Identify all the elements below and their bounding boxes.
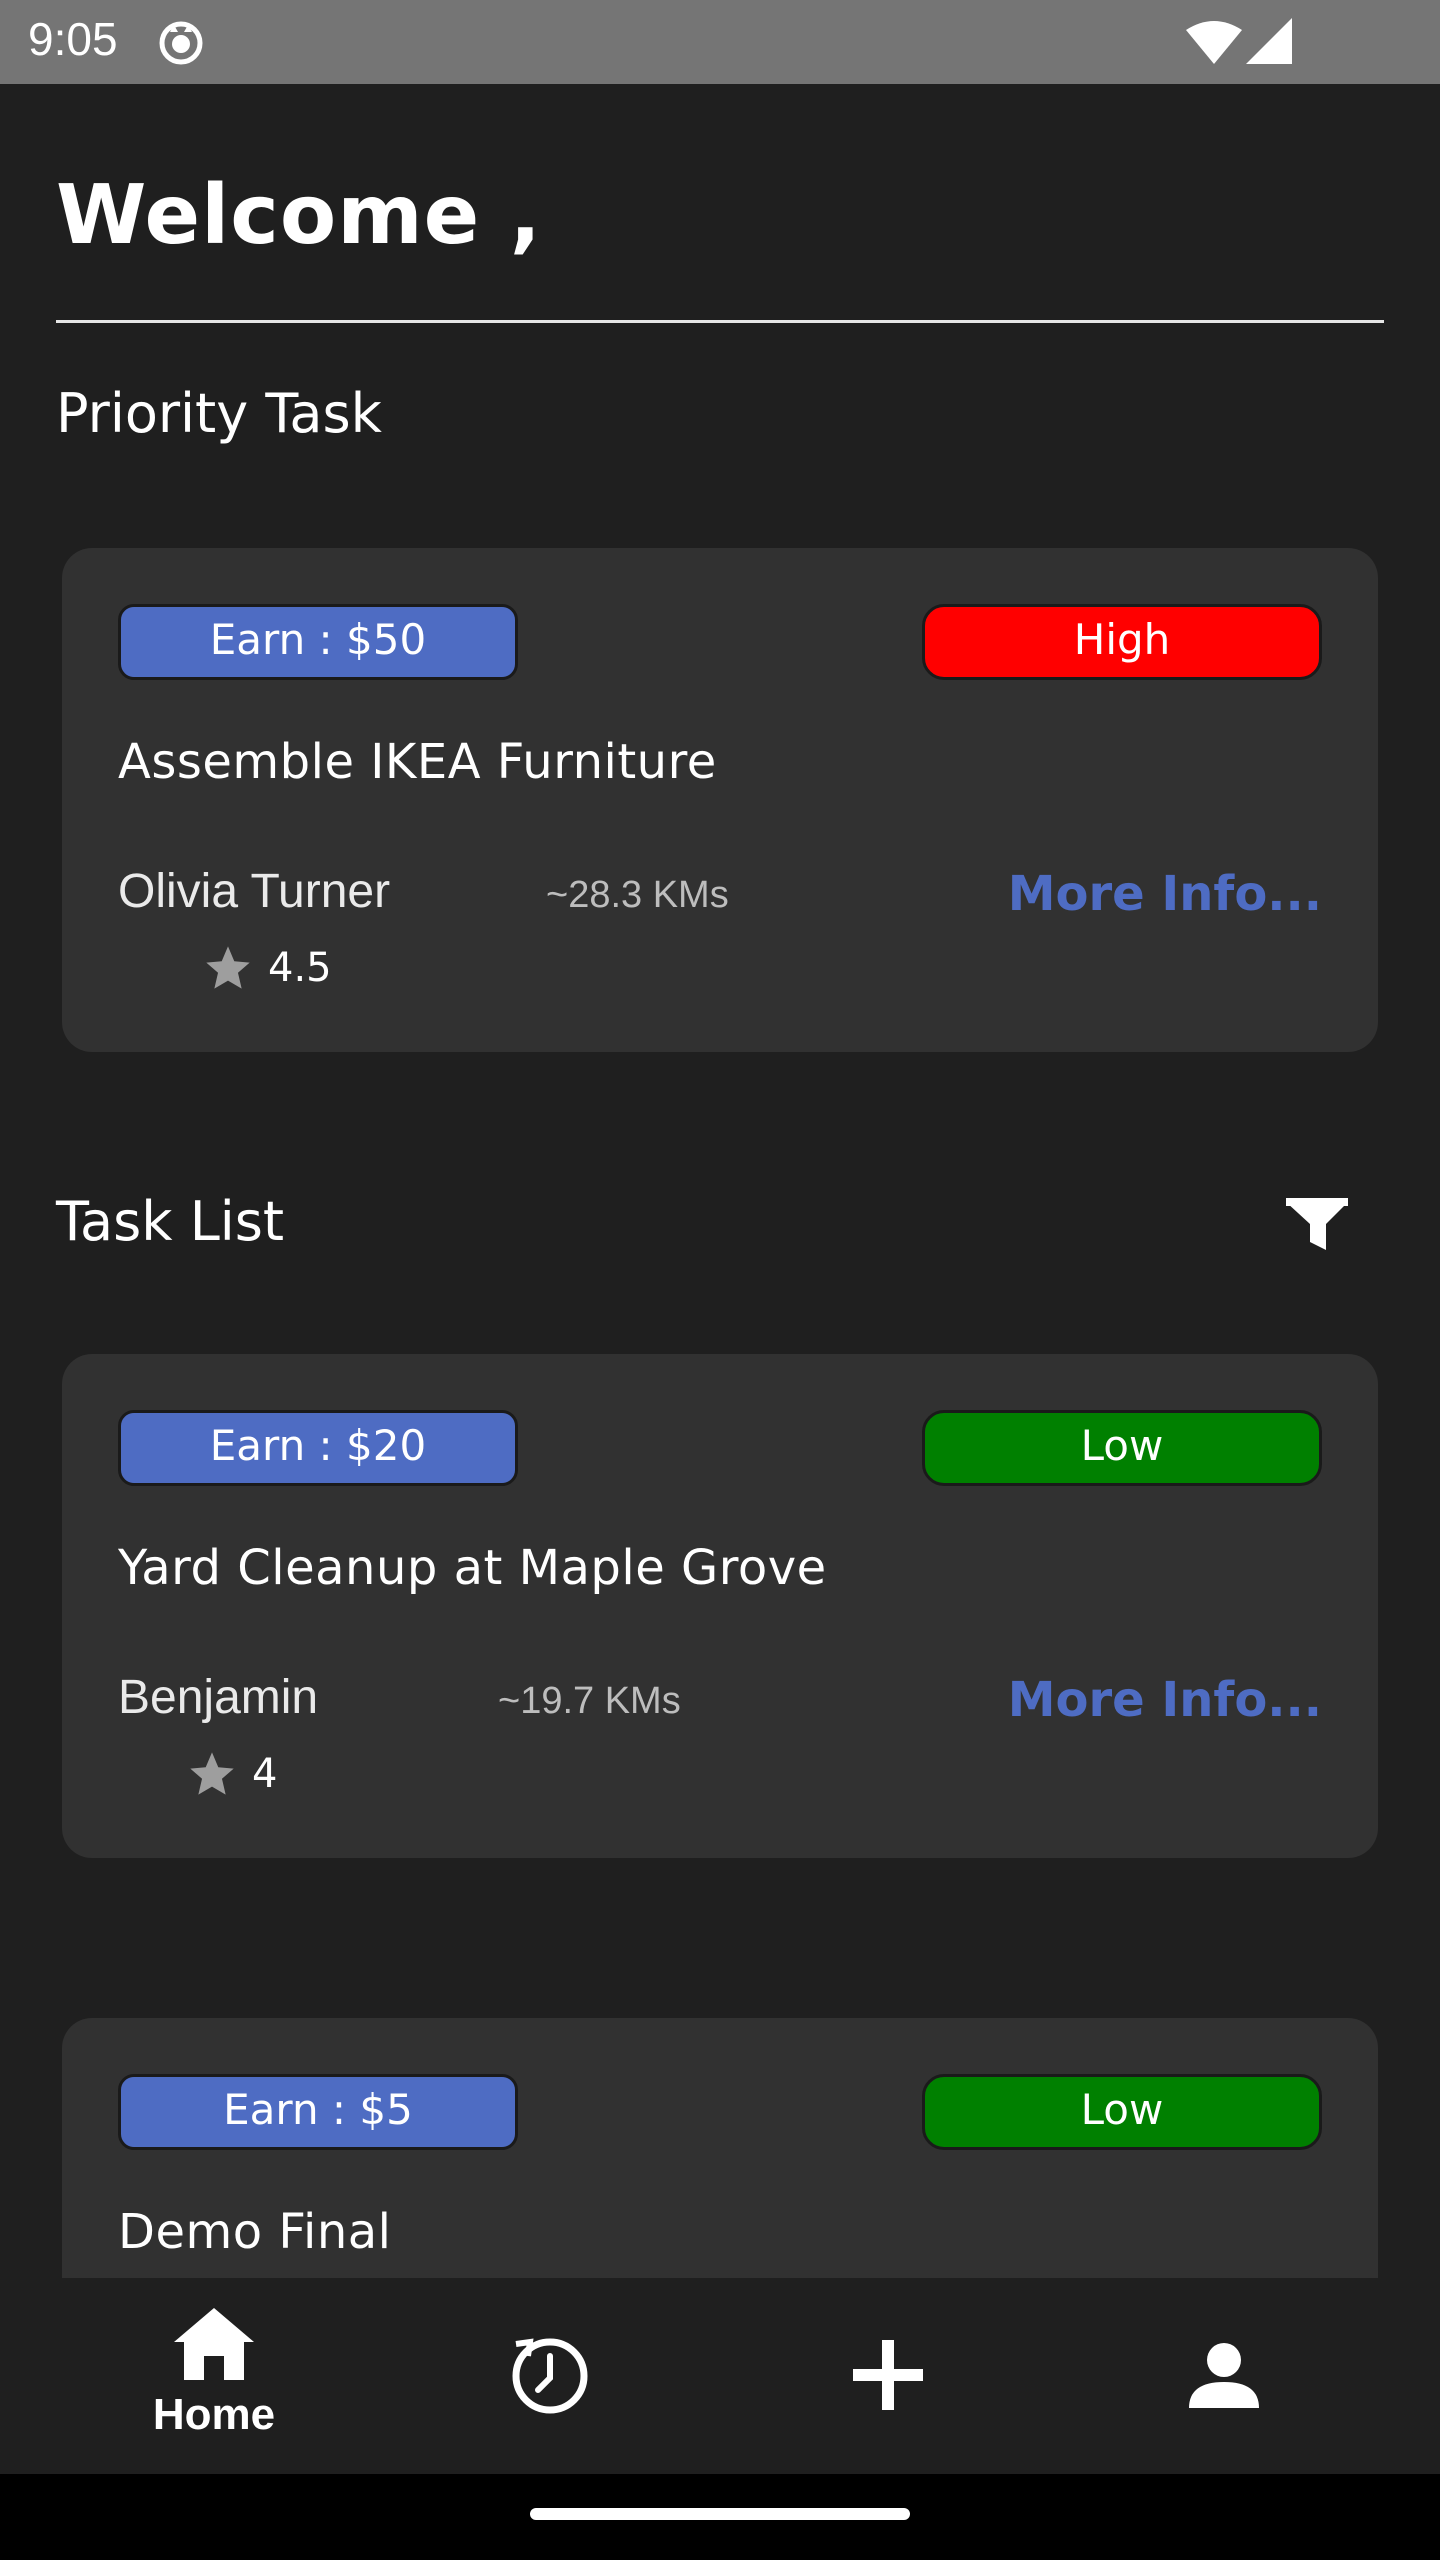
status-time: 9:05 <box>28 13 118 65</box>
header-divider <box>56 320 1384 323</box>
profile-icon <box>1189 2343 1259 2408</box>
filter-icon[interactable] <box>1286 1198 1348 1254</box>
priority-section-title: Priority Task <box>56 382 382 445</box>
earn-badge: Earn : $5 <box>118 2074 518 2150</box>
poster-rating: 4.5 <box>202 942 332 994</box>
history-icon <box>512 2338 588 2414</box>
task-card[interactable]: Earn : $5 Low Demo Final <box>62 2018 1378 2278</box>
nav-home-label: Home <box>152 2390 276 2439</box>
earn-badge: Earn : $50 <box>118 604 518 680</box>
task-title: Assemble IKEA Furniture <box>118 734 717 790</box>
poster-name: Olivia Turner <box>118 865 391 918</box>
nav-history[interactable] <box>450 2278 650 2474</box>
more-info-link[interactable]: More Info... <box>1008 866 1322 922</box>
add-icon <box>853 2340 923 2410</box>
rating-value: 4.5 <box>268 945 332 991</box>
task-title: Demo Final <box>118 2204 392 2260</box>
task-card[interactable]: Earn : $20 Low Yard Cleanup at Maple Gro… <box>62 1354 1378 1858</box>
task-distance: ~28.3 KMs <box>546 874 729 916</box>
task-distance: ~19.7 KMs <box>498 1680 681 1722</box>
gesture-bar-area <box>0 2474 1440 2560</box>
home-gesture-pill[interactable] <box>530 2508 910 2520</box>
task-list-title: Task List <box>56 1190 285 1253</box>
rating-value: 4 <box>252 1751 278 1797</box>
star-icon <box>190 1752 234 1795</box>
priority-task-card[interactable]: Earn : $50 High Assemble IKEA Furniture … <box>62 548 1378 1052</box>
bottom-nav: Home <box>0 2278 1440 2474</box>
nav-add[interactable] <box>788 2278 988 2474</box>
cell-signal-icon <box>1246 18 1292 64</box>
task-title: Yard Cleanup at Maple Grove <box>118 1540 827 1596</box>
status-bar: 9:05 <box>0 0 1440 84</box>
nav-profile[interactable] <box>1124 2278 1324 2474</box>
star-icon <box>206 946 250 989</box>
home-icon <box>174 2308 254 2380</box>
poster-rating: 4 <box>186 1748 277 1800</box>
app-notification-icon <box>159 21 203 65</box>
earn-badge: Earn : $20 <box>118 1410 518 1486</box>
more-info-link[interactable]: More Info... <box>1008 1672 1322 1728</box>
nav-home[interactable]: Home <box>114 2278 314 2474</box>
priority-badge-low: Low <box>922 1410 1322 1486</box>
poster-name: Benjamin <box>118 1671 319 1724</box>
priority-badge-high: High <box>922 604 1322 680</box>
wifi-icon <box>1186 21 1242 64</box>
priority-badge-low: Low <box>922 2074 1322 2150</box>
welcome-title: Welcome , <box>56 168 542 263</box>
